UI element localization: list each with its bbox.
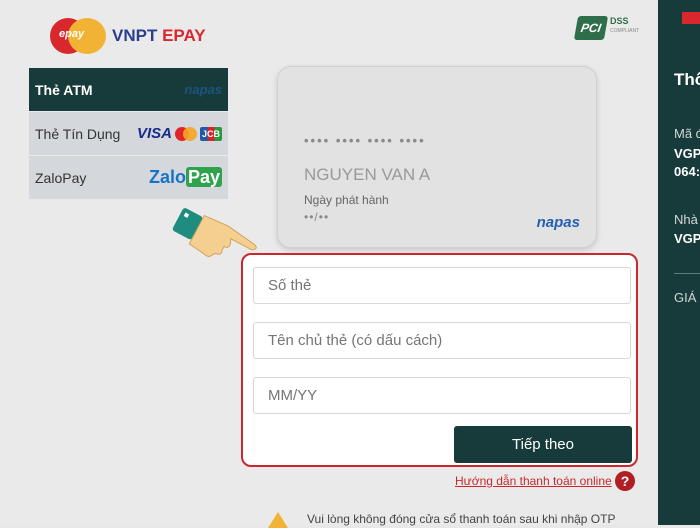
vietnam-flag-icon[interactable]	[682, 12, 700, 24]
card-entry-form: Tiếp theo	[241, 253, 638, 467]
card-number-mask: •••• •••• •••• ••••	[304, 133, 426, 148]
issue-date-input[interactable]	[253, 377, 631, 414]
card-preview: •••• •••• •••• •••• NGUYEN VAN A Ngày ph…	[277, 66, 597, 248]
visa-logo: VISA	[136, 125, 172, 142]
price-label: GIÁ	[674, 290, 697, 305]
jcb-logo: JCB	[199, 126, 222, 141]
question-icon[interactable]: ?	[615, 471, 635, 491]
napas-logo: napas	[184, 82, 222, 97]
payment-method-tabs: Thẻ ATM napas Thẻ Tín Dụng VISA JCB Zalo…	[29, 68, 228, 200]
card-number-input[interactable]	[253, 267, 631, 304]
card-holder-input[interactable]	[253, 322, 631, 359]
tab-zalopay[interactable]: ZaloPay Zalo Pay	[29, 156, 228, 200]
order-code-label: Mã đ	[674, 126, 700, 141]
otp-warning-text: Vui lòng không đóng cửa sổ thanh toán sa…	[307, 512, 616, 526]
epay-logo-mark: epay	[50, 16, 108, 56]
mastercard-logo	[174, 126, 197, 141]
tab-label: Thẻ ATM	[35, 81, 93, 98]
brand-name: VNPT EPAY	[112, 26, 206, 45]
issue-date-mask: ••/••	[304, 210, 330, 224]
tab-atm-card[interactable]: Thẻ ATM napas	[29, 68, 228, 112]
merchant-value: VGP	[674, 231, 700, 246]
tab-label: ZaloPay	[35, 169, 87, 186]
order-info-panel: Thô Mã đ VGP 064: Nhà VGP GIÁ	[658, 0, 700, 525]
napas-logo: napas	[536, 214, 580, 231]
tab-label: Thẻ Tín Dụng	[35, 125, 121, 142]
tab-credit-card[interactable]: Thẻ Tín Dụng VISA JCB	[29, 112, 228, 156]
issue-date-label: Ngày phát hành	[304, 193, 389, 207]
vnpt-epay-logo: epay VNPT EPAY	[50, 16, 206, 56]
panel-heading: Thô	[674, 70, 700, 89]
payment-guide-link[interactable]: Hướng dẫn thanh toán online	[455, 474, 612, 488]
order-code-value: VGP	[674, 146, 700, 161]
order-code-value-2: 064:	[674, 164, 700, 179]
next-button[interactable]: Tiếp theo	[454, 426, 632, 463]
warning-icon	[268, 512, 288, 528]
merchant-label: Nhà	[674, 212, 698, 227]
card-holder-name: NGUYEN VAN A	[304, 165, 431, 184]
zalopay-logo: Zalo Pay	[148, 167, 222, 187]
payment-main: epay VNPT EPAY PCI DSS COMPLIANT Thẻ ATM…	[0, 0, 658, 528]
panel-divider	[674, 273, 700, 274]
card-network-logos: VISA JCB	[137, 125, 222, 142]
pci-dss-badge: PCI DSS COMPLIANT	[573, 16, 639, 40]
